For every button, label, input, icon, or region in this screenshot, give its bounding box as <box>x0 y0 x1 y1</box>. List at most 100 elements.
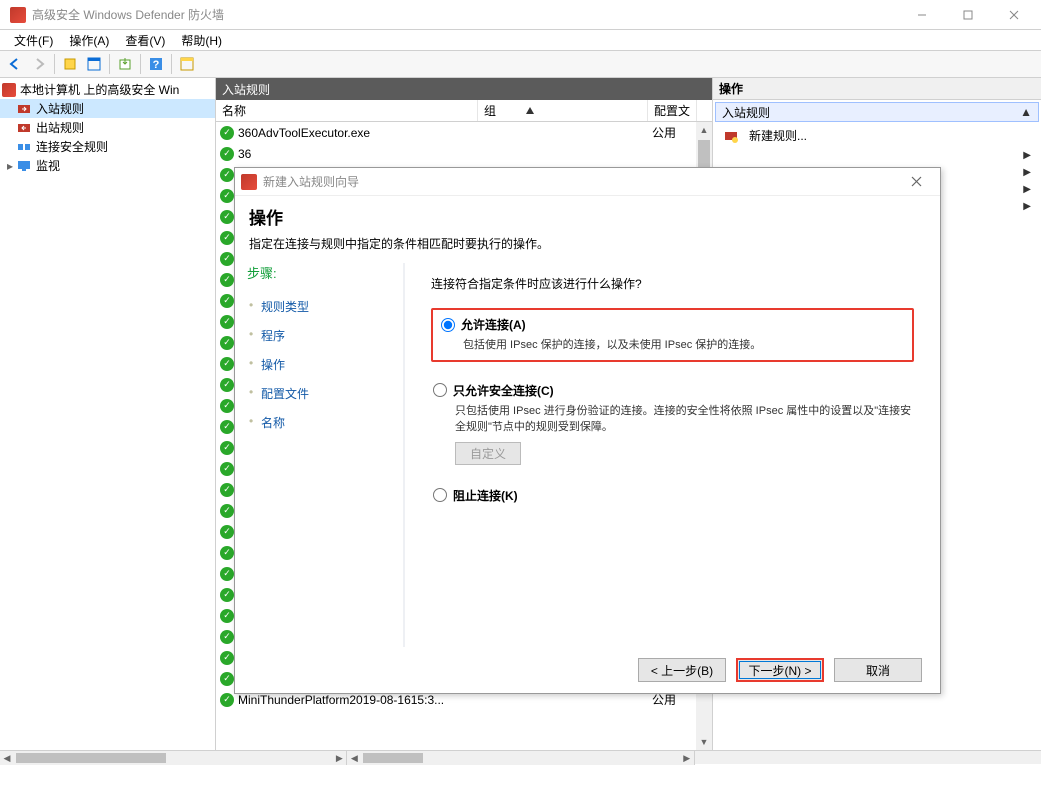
wizard-next-button[interactable]: 下一步(N) > <box>736 658 824 682</box>
scroll-left-icon[interactable]: ◀ <box>347 751 361 765</box>
menubar: 文件(F) 操作(A) 查看(V) 帮助(H) <box>0 30 1041 50</box>
close-button[interactable] <box>991 0 1037 30</box>
option-allow-connection[interactable]: 允许连接(A) 包括使用 IPsec 保护的连接，以及未使用 IPsec 保护的… <box>431 308 914 362</box>
allowed-icon: ✓ <box>220 126 234 140</box>
minimize-button[interactable] <box>899 0 945 30</box>
maximize-button[interactable] <box>945 0 991 30</box>
allowed-icon: ✓ <box>220 441 234 455</box>
wizard-content: 连接符合指定条件时应该进行什么操作? 允许连接(A) 包括使用 IPsec 保护… <box>405 263 940 647</box>
option-allow-desc: 包括使用 IPsec 保护的连接，以及未使用 IPsec 保护的连接。 <box>463 337 904 354</box>
table-row[interactable]: ✓36 <box>216 143 712 164</box>
tree-inbound[interactable]: 入站规则 <box>0 99 215 118</box>
option-block-connection[interactable]: 阻止连接(K) <box>431 485 914 506</box>
firewall-icon <box>241 174 257 190</box>
allowed-icon: ✓ <box>220 273 234 287</box>
tree-monitor[interactable]: ▸ 监视 <box>0 156 215 175</box>
tree-inbound-label: 入站规则 <box>36 100 84 117</box>
radio-allow[interactable] <box>441 318 455 332</box>
tree-connection-label: 连接安全规则 <box>36 138 108 155</box>
allowed-icon: ✓ <box>220 504 234 518</box>
wizard-header: 操作 指定在连接与规则中指定的条件相匹配时要执行的操作。 <box>235 196 940 256</box>
actions-header: 操作 <box>713 78 1041 100</box>
col-group[interactable]: 组 <box>478 100 648 121</box>
tree-pane: 本地计算机 上的高级安全 Win 入站规则 出站规则 连接安全规则 ▸ 监视 <box>0 78 216 750</box>
action-new-rule[interactable]: 新建规则... <box>713 124 1041 147</box>
allowed-icon: ✓ <box>220 189 234 203</box>
allowed-icon: ✓ <box>220 609 234 623</box>
firewall-icon <box>10 7 26 23</box>
sort-asc-icon <box>526 107 534 114</box>
toolbar-separator <box>140 54 141 74</box>
wizard-question: 连接符合指定条件时应该进行什么操作? <box>431 275 914 292</box>
rule-name: 360AdvToolExecutor.exe <box>238 126 482 140</box>
filter-icon[interactable] <box>176 53 198 75</box>
col-name[interactable]: 名称 <box>216 100 478 121</box>
action-row[interactable]: ▶ <box>713 147 1041 164</box>
tree-root[interactable]: 本地计算机 上的高级安全 Win <box>0 80 215 99</box>
action-new-rule-label: 新建规则... <box>749 127 807 144</box>
tree-connection[interactable]: 连接安全规则 <box>0 137 215 156</box>
toolbar-separator <box>171 54 172 74</box>
col-profile[interactable]: 配置文 <box>648 100 697 121</box>
tree-outbound[interactable]: 出站规则 <box>0 118 215 137</box>
scroll-right-icon[interactable]: ▶ <box>332 751 346 765</box>
allowed-icon: ✓ <box>220 693 234 707</box>
wizard-steps: 步骤: 规则类型 程序 操作 配置文件 名称 <box>235 263 405 647</box>
option-allow-secure-desc: 只包括使用 IPsec 进行身份验证的连接。连接的安全性将依照 IPsec 属性… <box>455 403 912 436</box>
wizard-step-ruletype[interactable]: 规则类型 <box>247 292 391 321</box>
scroll-thumb[interactable] <box>16 753 166 763</box>
wizard-close-button[interactable] <box>898 168 934 196</box>
wizard-back-button[interactable]: < 上一步(B) <box>638 658 726 682</box>
titlebar: 高级安全 Windows Defender 防火墙 <box>0 0 1041 30</box>
rules-table-header: 名称 组 配置文 <box>216 100 712 122</box>
chevron-right-icon[interactable]: ▸ <box>4 159 16 173</box>
rule-profile: 公用 <box>652 124 702 141</box>
status-area: ◀ ▶ ◀ ▶ <box>0 750 1041 764</box>
rules-header: 入站规则 <box>216 78 712 100</box>
show-hide-icon[interactable] <box>83 53 105 75</box>
allowed-icon: ✓ <box>220 546 234 560</box>
table-row[interactable]: ✓ 360AdvToolExecutor.exe 公用 <box>216 122 712 143</box>
wizard-page-title: 操作 <box>249 204 926 229</box>
export-icon[interactable] <box>114 53 136 75</box>
wizard-cancel-button[interactable]: 取消 <box>834 658 922 682</box>
menu-file[interactable]: 文件(F) <box>6 32 61 49</box>
back-icon[interactable] <box>4 53 26 75</box>
help-icon[interactable]: ? <box>145 53 167 75</box>
tree-hscroll[interactable]: ◀ ▶ <box>0 751 347 765</box>
option-allow-secure[interactable]: 只允许安全连接(C) 只包括使用 IPsec 进行身份验证的连接。连接的安全性将… <box>431 380 914 467</box>
wizard-step-action[interactable]: 操作 <box>247 350 391 379</box>
menu-view[interactable]: 查看(V) <box>117 32 173 49</box>
wizard-step-name[interactable]: 名称 <box>247 408 391 437</box>
connection-rules-icon <box>16 139 32 155</box>
toolbar-separator <box>109 54 110 74</box>
menu-action[interactable]: 操作(A) <box>61 32 117 49</box>
add-icon[interactable] <box>59 53 81 75</box>
scroll-thumb[interactable] <box>363 753 423 763</box>
option-block-label: 阻止连接(K) <box>453 487 518 504</box>
wizard-footer: < 上一步(B) 下一步(N) > 取消 <box>235 647 940 693</box>
rule-name: 36 <box>238 147 482 161</box>
forward-icon[interactable] <box>28 53 50 75</box>
rules-hscroll[interactable]: ◀ ▶ <box>347 751 694 765</box>
allowed-icon: ✓ <box>220 588 234 602</box>
radio-block[interactable] <box>433 488 447 502</box>
allowed-icon: ✓ <box>220 651 234 665</box>
actions-subheader[interactable]: 入站规则 ▲ <box>715 102 1039 122</box>
radio-allow-secure[interactable] <box>433 383 447 397</box>
menu-help[interactable]: 帮助(H) <box>173 32 230 49</box>
scroll-right-icon[interactable]: ▶ <box>680 751 694 765</box>
scroll-up-icon[interactable]: ▲ <box>696 122 712 138</box>
chevron-right-icon: ▶ <box>1023 201 1031 212</box>
actions-subheader-label: 入站规则 <box>722 104 770 121</box>
allowed-icon: ✓ <box>220 252 234 266</box>
chevron-right-icon: ▶ <box>1023 150 1031 161</box>
wizard-page-subtitle: 指定在连接与规则中指定的条件相匹配时要执行的操作。 <box>249 235 926 252</box>
scroll-left-icon[interactable]: ◀ <box>0 751 14 765</box>
scroll-down-icon[interactable]: ▼ <box>696 734 712 750</box>
chevron-right-icon: ▶ <box>1023 184 1031 195</box>
wizard-step-profile[interactable]: 配置文件 <box>247 379 391 408</box>
wizard-step-program[interactable]: 程序 <box>247 321 391 350</box>
collapse-icon[interactable]: ▲ <box>1020 105 1032 119</box>
allowed-icon: ✓ <box>220 336 234 350</box>
